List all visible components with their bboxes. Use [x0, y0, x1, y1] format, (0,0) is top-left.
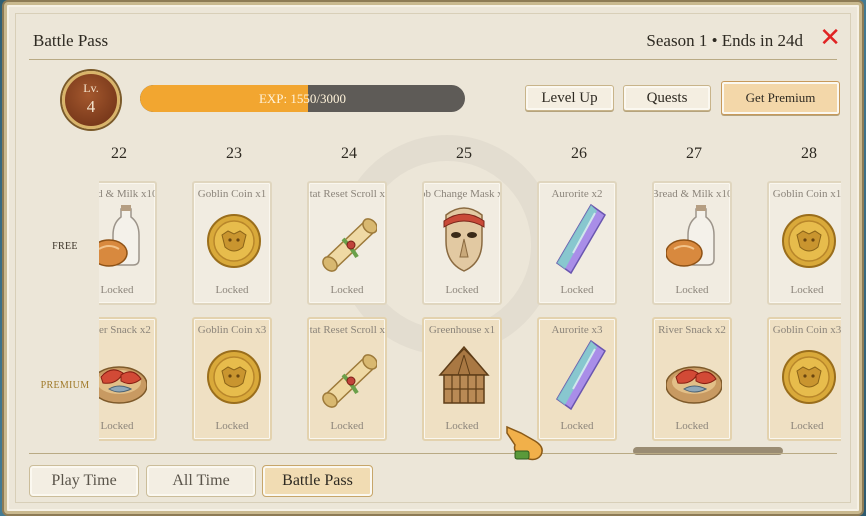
premium-reward-card[interactable]: Goblin Coin x3 Locked	[767, 317, 841, 441]
level-label: Lv.	[83, 81, 99, 95]
free-reward-card[interactable]: Job Change Mask x1 Locked	[422, 181, 502, 305]
tab-play-time[interactable]: Play Time	[29, 465, 139, 497]
reward-status: Locked	[790, 420, 824, 432]
window-title: Battle Pass	[33, 31, 109, 50]
reward-status: Locked	[675, 284, 709, 296]
reward-status: Locked	[560, 284, 594, 296]
bread-milk-icon	[99, 205, 140, 267]
reward-status: Locked	[215, 420, 249, 432]
reward-status: Locked	[100, 284, 134, 296]
close-icon[interactable]: ✕	[819, 25, 841, 51]
reward-status: Locked	[445, 284, 479, 296]
reward-column-level-22: 22 Bread & Milk x10 Locked River Snack x2 Lo…	[99, 137, 167, 447]
reward-column-level-23: 23 Goblin Coin x1 Locked Goblin Coin x3 Lock…	[186, 137, 282, 447]
reward-name: River Snack x2	[658, 324, 726, 336]
pointer-hand-icon	[506, 425, 543, 461]
reward-level-number: 26	[571, 145, 587, 162]
get-premium-button[interactable]: Get Premium	[721, 81, 840, 115]
premium-row-label: PREMIUM	[40, 380, 90, 391]
greenhouse-icon	[438, 345, 490, 404]
exp-progress-bar: EXP: 1550/3000	[140, 85, 465, 112]
reward-level-number: 22	[111, 145, 127, 162]
header-divider	[29, 59, 837, 60]
free-reward-card[interactable]: Bread & Milk x10 Locked	[99, 181, 157, 305]
goblin-coin-icon	[782, 214, 836, 268]
reward-name: Bread & Milk x10	[652, 188, 732, 200]
reward-name: Aurorite x3	[551, 324, 603, 336]
reward-name: Stat Reset Scroll x3	[307, 324, 387, 336]
level-value: 4	[86, 97, 96, 116]
reward-level-number: 25	[456, 145, 472, 162]
reward-level-number: 24	[341, 145, 357, 162]
reward-name: Job Change Mask x1	[424, 188, 500, 200]
footer-divider	[29, 453, 837, 454]
reward-level-number: 28	[801, 145, 817, 162]
free-reward-card[interactable]: Aurorite x2 Locked	[537, 181, 617, 305]
river-snack-icon	[666, 366, 722, 404]
tab-all-time[interactable]: All Time	[146, 465, 256, 497]
premium-reward-card[interactable]: Greenhouse x1 Locked	[422, 317, 502, 441]
premium-reward-card[interactable]: River Snack x2 Locked	[99, 317, 157, 441]
mask-icon	[443, 207, 485, 272]
reward-column-level-27: 27 Bread & Milk x10 Locked River Snack x2 Lo…	[646, 137, 742, 447]
level-badge: Lv. 4	[62, 71, 120, 129]
river-snack-icon	[99, 366, 147, 404]
reward-column-level-24: 24 Stat Reset Scroll x2 Locked Stat Reset S…	[301, 137, 397, 447]
tab-battle-pass[interactable]: Battle Pass	[262, 465, 373, 497]
free-reward-card[interactable]: Bread & Milk x10 Locked	[652, 181, 732, 305]
free-row-label: FREE	[52, 241, 78, 252]
scroll-icon	[322, 218, 377, 272]
reward-status: Locked	[215, 284, 249, 296]
reward-status: Locked	[330, 420, 364, 432]
reward-name: River Snack x2	[99, 324, 151, 336]
reward-status: Locked	[445, 420, 479, 432]
goblin-coin-icon	[782, 350, 836, 404]
scroll-icon	[322, 354, 377, 408]
goblin-coin-icon	[207, 350, 261, 404]
reward-name: Goblin Coin x3	[772, 324, 841, 336]
goblin-coin-icon	[207, 214, 261, 268]
reward-status: Locked	[100, 420, 134, 432]
reward-name: Goblin Coin x1	[197, 188, 267, 200]
reward-name: Greenhouse x1	[428, 324, 496, 336]
reward-column-level-26: 26 Aurorite x2 Locked Aurorite x3 Locked	[531, 137, 627, 447]
reward-status: Locked	[675, 420, 709, 432]
reward-name: Goblin Coin x3	[197, 324, 267, 336]
free-reward-card[interactable]: Goblin Coin x1 Locked	[767, 181, 841, 305]
reward-name: Aurorite x2	[551, 188, 603, 200]
reward-level-number: 23	[226, 145, 242, 162]
reward-track[interactable]: 22 Bread & Milk x10 Locked River Snack x2 Lo…	[99, 137, 841, 447]
reward-name: Goblin Coin x1	[772, 188, 841, 200]
reward-column-level-25: 25 Job Change Mask x1 Locked Greenhouse x1 L…	[416, 137, 512, 447]
bread-milk-icon	[666, 205, 715, 267]
reward-level-number: 27	[686, 145, 702, 162]
season-info: Season 1 • Ends in 24d	[646, 31, 803, 50]
exp-text: EXP: 1550/3000	[258, 91, 347, 106]
reward-status: Locked	[330, 284, 364, 296]
reward-name: Bread & Milk x10	[99, 188, 157, 200]
aurorite-crystal-icon	[556, 339, 606, 411]
premium-reward-card[interactable]: Goblin Coin x3 Locked	[192, 317, 272, 441]
reward-column-level-28: 28 Goblin Coin x1 Locked Goblin Coin x3 Lock…	[761, 137, 841, 447]
premium-reward-card[interactable]: Stat Reset Scroll x3 Locked	[307, 317, 387, 441]
battle-pass-window: Battle Pass Season 1 • Ends in 24d ✕ Lv.…	[4, 2, 862, 514]
free-reward-card[interactable]: Goblin Coin x1 Locked	[192, 181, 272, 305]
aurorite-crystal-icon	[556, 203, 606, 275]
reward-status: Locked	[790, 284, 824, 296]
reward-name: Stat Reset Scroll x2	[307, 188, 387, 200]
free-reward-card[interactable]: Stat Reset Scroll x2 Locked	[307, 181, 387, 305]
premium-reward-card[interactable]: River Snack x2 Locked	[652, 317, 732, 441]
level-up-button[interactable]: Level Up	[525, 85, 614, 111]
quests-button[interactable]: Quests	[623, 85, 711, 111]
